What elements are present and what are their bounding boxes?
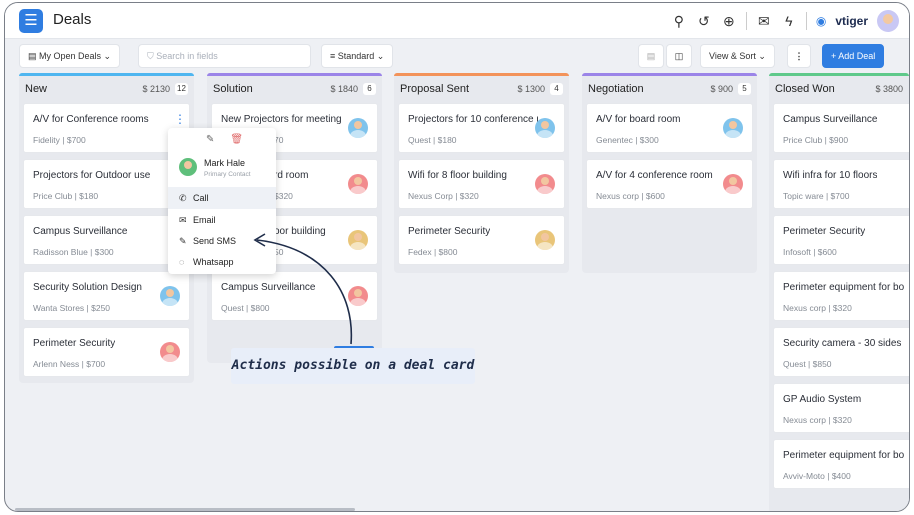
app-window: ☰ Deals ⚲ ↺ ⊕ ✉ ϟ ◉ vtiger ▤ My Open Dea… xyxy=(4,2,910,512)
callout-arrow xyxy=(253,233,353,345)
callout-text: Actions possible on a deal card xyxy=(231,348,475,384)
horizontal-scrollbar[interactable] xyxy=(15,508,355,511)
arrow-line xyxy=(256,239,353,345)
